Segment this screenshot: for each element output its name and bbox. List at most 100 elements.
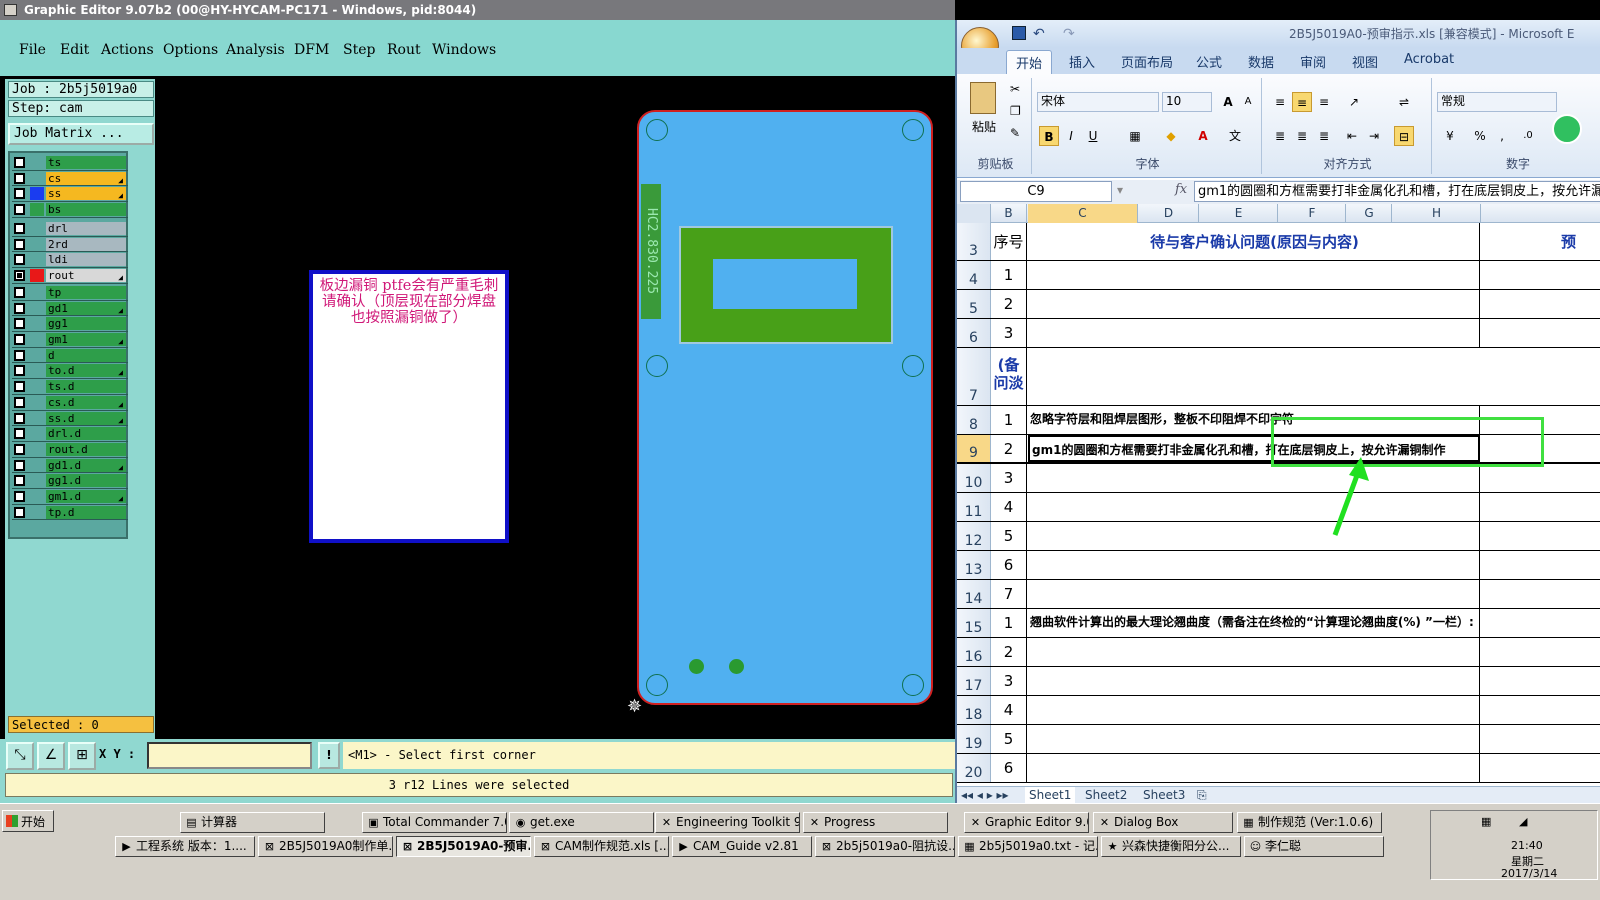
cell-content[interactable] bbox=[1028, 522, 1480, 550]
job-matrix-button[interactable]: Job Matrix ... bbox=[8, 123, 154, 145]
column-header[interactable]: C bbox=[1028, 204, 1138, 223]
layer-row[interactable]: gg1.d bbox=[12, 473, 128, 489]
layer-checkbox[interactable] bbox=[14, 254, 25, 266]
font-size-select[interactable]: 10 bbox=[1162, 92, 1212, 112]
taskbar-button[interactable]: ⊠ CAM制作规范.xls [... bbox=[534, 836, 669, 857]
cell-d[interactable] bbox=[1481, 551, 1600, 579]
increase-decimal-icon[interactable]: .0 bbox=[1518, 126, 1538, 146]
tab-acrobat[interactable]: Acrobat bbox=[1404, 52, 1454, 67]
column-header[interactable]: E bbox=[1200, 204, 1278, 223]
wrap-text-icon[interactable]: ⇌ bbox=[1394, 92, 1414, 112]
taskbar-button[interactable]: ▦ 制作规范 (Ver:1.0.6) bbox=[1237, 812, 1382, 833]
taskbar-button[interactable]: ☺ 李仁聪 bbox=[1244, 836, 1384, 857]
cell-seq[interactable]: 3 bbox=[991, 667, 1027, 695]
pcb-board[interactable]: HC2.830.225 bbox=[637, 110, 933, 705]
borders-icon[interactable]: ▦ bbox=[1125, 126, 1145, 146]
tab-view[interactable]: 视图 bbox=[1352, 52, 1378, 71]
sheet-tab[interactable]: Sheet1 bbox=[1025, 787, 1076, 803]
cell-content[interactable] bbox=[1028, 261, 1480, 289]
taskbar-button[interactable]: ✕ Engineering Toolkit 9.... bbox=[655, 812, 800, 833]
cell-seq[interactable]: 序号 bbox=[991, 223, 1027, 260]
row-header[interactable]: 7 bbox=[957, 348, 991, 405]
taskbar-button[interactable]: ▦ 2b5j5019a0.txt - 记... bbox=[958, 836, 1098, 857]
cell-d[interactable] bbox=[1481, 290, 1600, 318]
layer-checkbox[interactable] bbox=[14, 349, 25, 361]
cell-seq[interactable]: (备 问淡 bbox=[991, 348, 1027, 405]
cell-seq[interactable]: 2 bbox=[991, 290, 1027, 318]
cell-seq[interactable]: 3 bbox=[991, 464, 1027, 492]
taskbar-button[interactable]: ✕ Progress bbox=[803, 812, 948, 833]
taskbar-button[interactable]: ▣ Total Commander 7.0 ... bbox=[362, 812, 507, 833]
layer-row[interactable]: gg1 bbox=[12, 316, 128, 333]
layer-row[interactable]: rout.d bbox=[12, 442, 128, 458]
cell-seq[interactable]: 4 bbox=[991, 493, 1027, 521]
fx-icon[interactable]: fx bbox=[1175, 182, 1187, 197]
layer-row[interactable]: 2rd bbox=[12, 237, 128, 253]
layer-checkbox[interactable] bbox=[14, 287, 25, 298]
cell-content[interactable] bbox=[1028, 580, 1480, 608]
taskbar-button[interactable]: ▤ 计算器 bbox=[180, 812, 325, 833]
bold-icon[interactable]: B bbox=[1039, 126, 1059, 146]
menu-rout[interactable]: Rout bbox=[387, 42, 421, 58]
layer-checkbox[interactable] bbox=[14, 334, 25, 346]
layer-checkbox[interactable] bbox=[14, 157, 25, 168]
layer-row[interactable]: ts.d bbox=[12, 379, 128, 395]
font-name-select[interactable]: 宋体 bbox=[1037, 92, 1159, 112]
layer-row[interactable]: ss ◢ bbox=[12, 186, 128, 203]
row-header[interactable]: 11 bbox=[957, 493, 991, 521]
format-painter-icon[interactable]: ✎ bbox=[1010, 126, 1020, 140]
layer-checkbox[interactable] bbox=[14, 381, 25, 393]
note-box[interactable]: 板边漏铜 ptfe会有严重毛刺 请确认（顶层现在部分焊盘也按照漏铜做了） bbox=[309, 270, 509, 543]
tab-review[interactable]: 审阅 bbox=[1300, 52, 1326, 71]
volume-icon[interactable]: ◢ bbox=[1519, 815, 1527, 828]
taskbar-button[interactable]: ✕ Dialog Box bbox=[1093, 812, 1233, 833]
layer-checkbox[interactable] bbox=[14, 204, 25, 216]
layer-checkbox[interactable] bbox=[14, 459, 25, 471]
row-header[interactable]: 6 bbox=[957, 319, 991, 347]
layer-row[interactable]: gm1 ◢ bbox=[12, 332, 128, 348]
row-header[interactable]: 5 bbox=[957, 290, 991, 318]
cell-content[interactable]: 翘曲软件计算出的最大理论翘曲度（需备注在终检的“计算理论翘曲度(%) ”一栏）: bbox=[1028, 609, 1480, 637]
cell-d[interactable] bbox=[1481, 580, 1600, 608]
menu-actions[interactable]: Actions bbox=[101, 42, 154, 58]
underline-icon[interactable]: U bbox=[1083, 126, 1103, 146]
undo-icon[interactable]: ↶ bbox=[1033, 20, 1045, 48]
menu-analysis[interactable]: Analysis bbox=[226, 42, 285, 58]
cell-content[interactable] bbox=[1028, 348, 1480, 405]
decrease-indent-icon[interactable]: ⇤ bbox=[1342, 126, 1362, 146]
layer-row[interactable]: rout ◢ bbox=[12, 268, 128, 284]
cell-seq[interactable]: 2 bbox=[991, 638, 1027, 666]
layer-row[interactable]: cs ◢ bbox=[12, 171, 128, 187]
name-box-chevron-icon[interactable]: ▾ bbox=[1117, 183, 1123, 197]
layer-row[interactable]: tp.d bbox=[12, 505, 128, 521]
layer-checkbox[interactable] bbox=[14, 302, 25, 314]
row-header[interactable]: 8 bbox=[957, 406, 991, 434]
layer-row[interactable]: gd1 ◢ bbox=[12, 301, 128, 317]
layer-row[interactable]: drl.d bbox=[12, 426, 128, 442]
phonetic-icon[interactable]: 文 bbox=[1225, 126, 1245, 146]
layer-row[interactable]: bs bbox=[12, 202, 128, 218]
cell-content[interactable] bbox=[1028, 319, 1480, 347]
sheet-tab[interactable]: Sheet3 bbox=[1139, 787, 1189, 803]
align-left-icon[interactable]: ≣ bbox=[1270, 126, 1290, 146]
cell-seq[interactable]: 5 bbox=[991, 725, 1027, 753]
cell-d[interactable] bbox=[1481, 725, 1600, 753]
row-header[interactable]: 13 bbox=[957, 551, 991, 579]
row-header[interactable]: 16 bbox=[957, 638, 991, 666]
graphic-canvas[interactable]: 板边漏铜 ptfe会有严重毛刺 请确认（顶层现在部分焊盘也按照漏铜做了） HC2… bbox=[157, 79, 954, 739]
clock-time[interactable]: 21:40 bbox=[1511, 839, 1543, 852]
layer-checkbox[interactable] bbox=[14, 490, 25, 502]
tab-insert[interactable]: 插入 bbox=[1069, 52, 1095, 71]
alert-button[interactable]: ! bbox=[318, 742, 340, 769]
cell-d[interactable] bbox=[1481, 754, 1600, 782]
layer-checkbox[interactable] bbox=[14, 270, 25, 282]
cell-seq[interactable]: 2 bbox=[991, 435, 1027, 462]
layer-row[interactable]: gd1.d ◢ bbox=[12, 458, 128, 474]
layer-checkbox[interactable] bbox=[14, 365, 25, 377]
cell-d[interactable] bbox=[1481, 493, 1600, 521]
column-header[interactable]: B bbox=[991, 204, 1027, 223]
taskbar-button[interactable]: ◉ get.exe bbox=[509, 812, 654, 833]
row-header[interactable]: 4 bbox=[957, 261, 991, 289]
paste-label[interactable]: 粘贴 bbox=[972, 118, 996, 135]
row-header[interactable]: 20 bbox=[957, 754, 991, 782]
